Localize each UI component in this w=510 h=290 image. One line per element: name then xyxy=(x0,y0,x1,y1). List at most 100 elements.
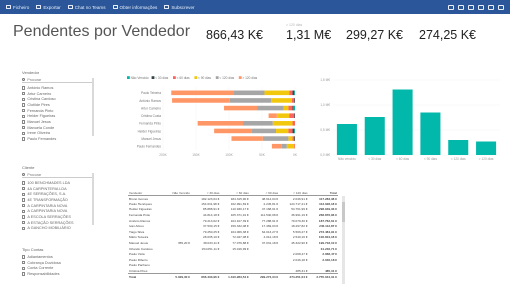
slicer-item[interactable]: A GANCHO MOBILIÁRIO xyxy=(22,226,94,232)
checkbox[interactable] xyxy=(22,203,26,208)
column-bar[interactable] xyxy=(336,124,357,155)
checkbox[interactable] xyxy=(22,266,26,270)
bar-segment[interactable] xyxy=(229,98,272,103)
bar-segment[interactable] xyxy=(294,143,295,149)
checkbox[interactable] xyxy=(22,103,26,107)
y-tick-label: Cristina Costa xyxy=(141,114,161,118)
bar-segment[interactable] xyxy=(288,105,293,111)
vendor-table: Vendedor Não Vencido < 30 dias < 60 dias < 9… xyxy=(128,190,338,280)
bar-segment[interactable] xyxy=(272,121,293,126)
column-bar[interactable] xyxy=(420,112,441,156)
bar-segment[interactable] xyxy=(294,113,295,118)
bar-segment[interactable] xyxy=(257,105,284,111)
slicer-scrollbar[interactable] xyxy=(92,78,94,136)
bar-segment[interactable] xyxy=(231,136,263,141)
checkbox[interactable] xyxy=(22,255,26,259)
bar-segment[interactable] xyxy=(292,105,294,111)
bar-segment[interactable] xyxy=(283,105,289,111)
slicer-list: António Ramos Artur Carneiro Cristina Card… xyxy=(22,85,94,142)
bar-segment[interactable] xyxy=(292,136,295,141)
column-bar[interactable] xyxy=(448,140,469,155)
toolbar-item[interactable]: Ficheiro xyxy=(6,5,29,10)
legend-label: > 120 dias xyxy=(242,76,257,80)
bar-segment[interactable] xyxy=(292,121,295,126)
toolbar-item[interactable]: Chat no Teams xyxy=(67,5,106,10)
bar-segment[interactable] xyxy=(292,128,295,134)
bar-segment[interactable] xyxy=(294,136,295,141)
slicer-item[interactable]: Responsabilidades xyxy=(22,271,94,277)
checkbox[interactable] xyxy=(22,108,26,113)
kpi-card-3: 299,27 K€ xyxy=(346,28,403,54)
bar-segment[interactable] xyxy=(289,90,293,96)
bar-segment[interactable] xyxy=(271,143,282,149)
edit-icon[interactable] xyxy=(498,4,504,10)
bar-segment[interactable] xyxy=(292,90,295,96)
toolbar-item[interactable]: Exportar xyxy=(36,4,61,10)
legend-swatch xyxy=(127,76,130,79)
bar-segment[interactable] xyxy=(224,105,258,111)
favorite-icon[interactable] xyxy=(488,4,494,10)
bookmark-icon[interactable] xyxy=(478,4,484,10)
column-bar[interactable] xyxy=(476,141,497,156)
view-icon[interactable] xyxy=(468,4,474,10)
toolbar-item-icon xyxy=(6,5,11,9)
bar-segment[interactable] xyxy=(288,128,293,134)
bar-segment[interactable] xyxy=(286,143,295,149)
column-bar[interactable] xyxy=(392,89,413,156)
checkbox[interactable] xyxy=(22,198,26,202)
bar-segment[interactable] xyxy=(281,143,287,149)
bar-segment[interactable] xyxy=(251,128,277,134)
checkbox[interactable] xyxy=(22,86,26,90)
checkbox[interactable] xyxy=(22,125,26,130)
table-total-cell: 274.251,04 € xyxy=(279,273,309,280)
vendedor-search-input[interactable] xyxy=(27,77,88,82)
bar-segment[interactable] xyxy=(271,98,292,103)
bar-segment[interactable] xyxy=(289,113,295,118)
slicer-item[interactable]: Paulo Fernandes xyxy=(22,136,94,142)
checkbox[interactable] xyxy=(22,97,26,101)
bar-segment[interactable] xyxy=(233,90,265,96)
bar-segment[interactable] xyxy=(293,105,295,111)
column-bar[interactable] xyxy=(364,117,385,155)
bar-segment[interactable] xyxy=(268,113,277,118)
comment-icon[interactable] xyxy=(458,4,464,10)
bar-segment[interactable] xyxy=(197,121,244,126)
bar-segment[interactable] xyxy=(172,98,230,103)
checkbox[interactable] xyxy=(22,131,26,136)
checkbox[interactable] xyxy=(22,114,26,118)
checkbox[interactable] xyxy=(22,137,26,141)
bar-segment[interactable] xyxy=(294,90,295,96)
checkbox[interactable] xyxy=(22,260,26,265)
checkbox[interactable] xyxy=(22,120,26,124)
checkbox[interactable] xyxy=(22,215,26,219)
bar-segment[interactable] xyxy=(243,121,273,126)
checkbox[interactable] xyxy=(22,181,26,185)
top-toolbar: Ficheiro Exportar Chat no Teams Obter infor… xyxy=(0,0,510,14)
bar-segment[interactable] xyxy=(264,90,290,96)
checkbox[interactable] xyxy=(22,226,26,231)
bar-segment[interactable] xyxy=(294,128,295,134)
bar-segment[interactable] xyxy=(262,136,289,141)
checkbox[interactable] xyxy=(22,209,26,213)
checkbox[interactable] xyxy=(22,192,26,196)
bar-segment[interactable] xyxy=(276,128,289,134)
checkbox[interactable] xyxy=(22,272,26,276)
slicer-scrollbar[interactable] xyxy=(92,173,94,225)
toolbar-item[interactable]: Obter informações xyxy=(112,5,157,10)
checkbox[interactable] xyxy=(22,91,26,96)
bar-segment[interactable] xyxy=(291,98,295,103)
bar-segment[interactable] xyxy=(294,98,295,103)
bar-segment[interactable] xyxy=(276,113,290,118)
toolbar-item-label: Exportar xyxy=(43,4,61,10)
bar-segment[interactable] xyxy=(171,90,234,96)
table-scrollbar-thumb[interactable] xyxy=(342,202,345,222)
toolbar-item[interactable]: Subscrever xyxy=(164,5,195,10)
cliente-search-input[interactable] xyxy=(27,172,88,177)
checkbox[interactable] xyxy=(22,220,26,225)
y-tick-label: Paulo Fernandes xyxy=(137,145,162,149)
checkbox[interactable] xyxy=(22,186,26,191)
bar-segment[interactable] xyxy=(288,136,293,141)
reset-icon[interactable] xyxy=(448,4,454,10)
slicer-title: Cliente xyxy=(22,165,35,170)
bar-segment[interactable] xyxy=(214,128,252,134)
